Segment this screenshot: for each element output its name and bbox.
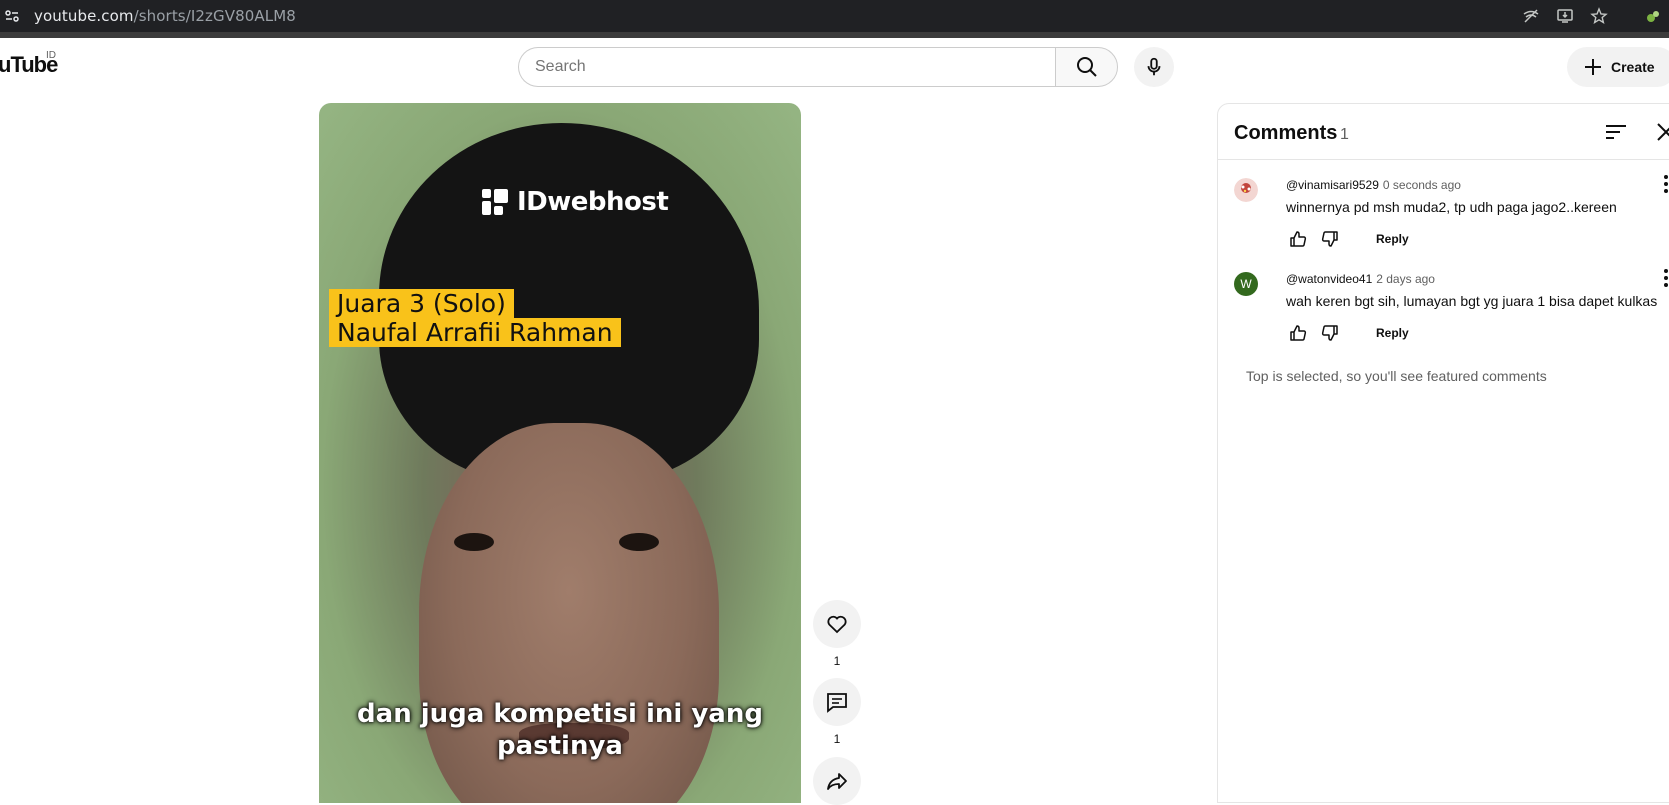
close-icon[interactable] [1652, 118, 1669, 146]
idwebhost-logo-icon [481, 188, 509, 216]
url-path: /shorts/I2zGV80ALM8 [133, 7, 296, 25]
search-icon [1076, 57, 1097, 77]
masthead: uTube ID Create [0, 38, 1669, 94]
search-button[interactable] [1055, 47, 1118, 87]
comment-author[interactable]: @watonvideo41 [1286, 272, 1372, 286]
comment-time[interactable]: 2 days ago [1376, 272, 1435, 286]
more-options-icon[interactable] [1654, 172, 1669, 196]
logo-region-code: ID [46, 50, 56, 61]
comments-title: Comments [1234, 122, 1338, 144]
avatar[interactable]: W [1234, 272, 1258, 296]
create-button[interactable]: Create [1567, 47, 1669, 87]
site-info-icon[interactable] [2, 6, 22, 26]
video-frame-eye [619, 533, 659, 551]
comment-text: winnernya pd msh muda2, tp udh paga jago… [1286, 199, 1617, 215]
browser-actions [1519, 4, 1665, 28]
like-count: 1 [833, 654, 841, 668]
video-caption: dan juga kompetisi ini yang pastinya [319, 698, 801, 762]
thumbs-up-icon[interactable] [1286, 321, 1310, 345]
comment-actions: Reply [1286, 227, 1409, 251]
reply-button[interactable]: Reply [1376, 232, 1409, 246]
create-label: Create [1611, 59, 1655, 75]
reply-button[interactable]: Reply [1376, 326, 1409, 340]
featured-comments-note: Top is selected, so you'll see featured … [1246, 368, 1547, 384]
video-title-tag: Juara 3 (Solo) Naufal Arrafii Rahman [329, 289, 621, 347]
comments-header: Comments 1 [1218, 104, 1669, 160]
address-bar[interactable]: youtube.com/shorts/I2zGV80ALM8 [2, 6, 296, 26]
comment-author[interactable]: @vinamisari9529 [1286, 178, 1379, 192]
search-input[interactable] [535, 58, 1055, 76]
comment-author-line: @watonvideo41 2 days ago [1286, 272, 1435, 286]
share-button[interactable] [813, 757, 861, 805]
tracking-off-icon[interactable] [1519, 4, 1543, 28]
thumbs-down-icon[interactable] [1318, 227, 1342, 251]
thumbs-down-icon[interactable] [1318, 321, 1342, 345]
avatar[interactable] [1234, 178, 1258, 202]
more-options-icon[interactable] [1654, 266, 1669, 290]
bookmark-star-icon[interactable] [1587, 4, 1611, 28]
comments-button[interactable] [813, 678, 861, 726]
microphone-icon [1147, 57, 1161, 76]
plus-icon [1585, 59, 1601, 75]
comment-time[interactable]: 0 seconds ago [1383, 178, 1461, 192]
heart-icon [827, 615, 847, 634]
thumbs-up-icon[interactable] [1286, 227, 1310, 251]
comment-icon [827, 693, 847, 713]
extension-icon[interactable] [1641, 4, 1665, 28]
comment-actions: Reply [1286, 321, 1409, 345]
video-title-line2: Naufal Arrafii Rahman [329, 318, 621, 347]
comment-author-line: @vinamisari9529 0 seconds ago [1286, 178, 1461, 192]
sort-icon[interactable] [1602, 118, 1630, 146]
comment-text: wah keren bgt sih, lumayan bgt yg juara … [1286, 293, 1658, 309]
shorts-video-player[interactable]: IDwebhost Juara 3 (Solo) Naufal Arrafii … [319, 103, 801, 803]
video-title-line1: Juara 3 (Solo) [329, 289, 514, 318]
url-text: youtube.com/shorts/I2zGV80ALM8 [34, 7, 296, 25]
video-brand-watermark: IDwebhost [481, 187, 669, 217]
comments-count: 1 [1340, 126, 1349, 143]
video-caption-line1: dan juga kompetisi ini yang [357, 699, 763, 729]
video-frame-eye [454, 533, 494, 551]
comment-count: 1 [833, 732, 841, 746]
video-brand-text: IDwebhost [517, 187, 669, 217]
comments-panel: Comments 1 @vinamisari9529 0 seconds ago … [1217, 103, 1669, 803]
url-host: youtube.com [34, 7, 134, 25]
install-app-icon[interactable] [1553, 4, 1577, 28]
video-caption-line2: pastinya [497, 731, 623, 761]
voice-search-button[interactable] [1134, 47, 1174, 87]
search-box[interactable] [518, 47, 1055, 87]
browser-toolbar: youtube.com/shorts/I2zGV80ALM8 [0, 0, 1669, 32]
share-icon [827, 773, 847, 790]
like-button[interactable] [813, 600, 861, 648]
